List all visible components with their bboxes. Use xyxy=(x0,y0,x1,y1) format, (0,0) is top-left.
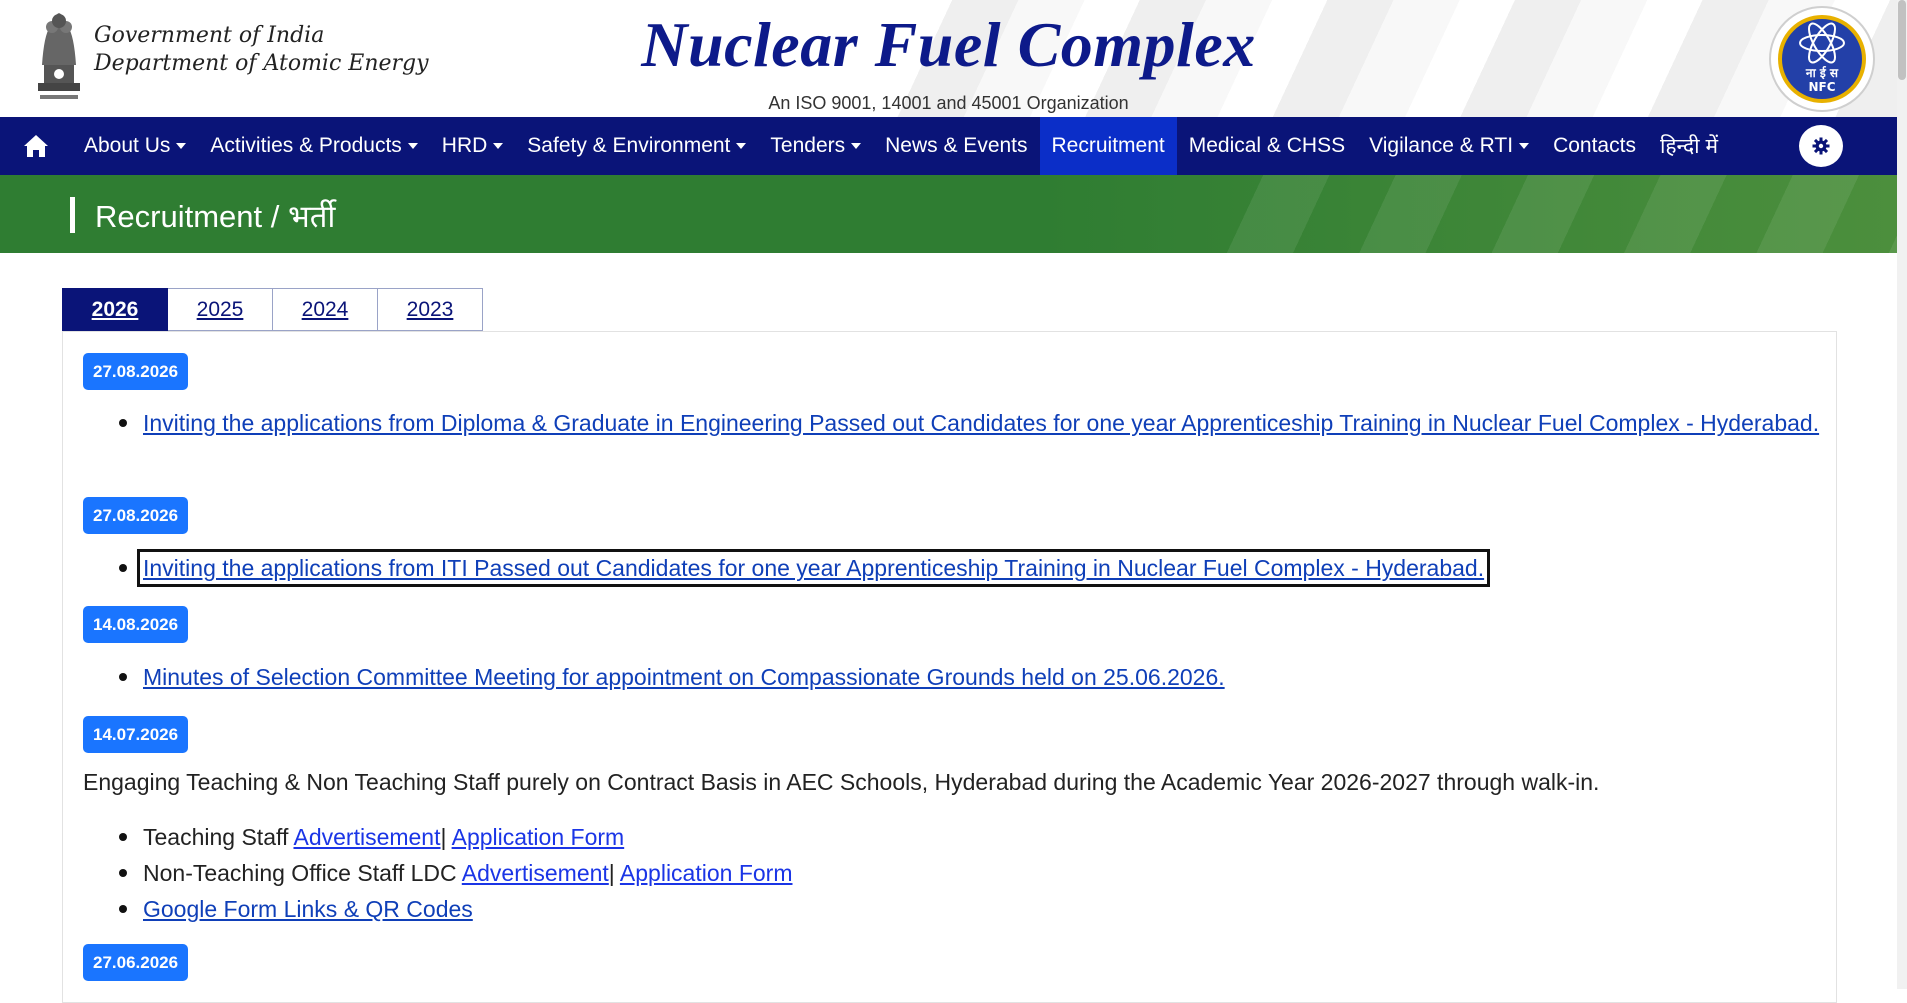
list-item: Non-Teaching Office Staff LDC Advertisem… xyxy=(143,855,792,891)
gear-icon xyxy=(1812,137,1830,155)
banner-pattern xyxy=(1197,175,1897,253)
nav-tenders[interactable]: Tenders xyxy=(758,117,873,175)
teaching-application-form-link[interactable]: Application Form xyxy=(452,824,625,850)
nav-label: हिन्दी में xyxy=(1659,135,1719,158)
nav-label: About Us xyxy=(84,134,171,157)
scrollbar-thumb[interactable] xyxy=(1898,0,1906,80)
nav-safety-environment[interactable]: Safety & Environment xyxy=(515,117,758,175)
nav-label: News & Events xyxy=(885,134,1028,157)
nav-activities-products[interactable]: Activities & Products xyxy=(198,117,429,175)
nav-label: Vigilance & RTI xyxy=(1369,134,1514,157)
site-subtitle: An ISO 9001, 14001 and 45001 Organizatio… xyxy=(768,93,1129,113)
list-bullet xyxy=(119,564,127,572)
list-bullet xyxy=(119,419,127,427)
link-separator: | xyxy=(608,860,615,886)
date-badge: 27.08.2026 xyxy=(83,353,189,390)
caret-down-icon xyxy=(493,143,504,149)
logo-hindi-text: ना ई स xyxy=(1805,66,1839,80)
year-tabs: 2026 2025 2024 2023 xyxy=(62,288,483,331)
site-title: Nuclear Fuel Complex xyxy=(641,9,1256,80)
nonteaching-advertisement-link[interactable]: Advertisement xyxy=(462,860,609,886)
entry-description: Engaging Teaching & Non Teaching Staff p… xyxy=(83,769,1600,795)
nav-label: Activities & Products xyxy=(210,134,402,157)
recruitment-link[interactable]: Minutes of Selection Committee Meeting f… xyxy=(143,664,1225,690)
teaching-advertisement-link[interactable]: Advertisement xyxy=(293,824,440,850)
nav-contacts[interactable]: Contacts xyxy=(1541,117,1648,175)
date-badge: 27.08.2026 xyxy=(83,497,189,534)
list-item: Teaching Staff Advertisement| Applicatio… xyxy=(143,819,624,855)
nonteaching-application-form-link[interactable]: Application Form xyxy=(620,860,793,886)
nav-about-us[interactable]: About Us xyxy=(72,117,198,175)
list-item: Inviting the applications from ITI Passe… xyxy=(136,549,1823,587)
home-icon xyxy=(24,135,48,157)
nav-recruitment[interactable]: Recruitment xyxy=(1039,117,1177,175)
teaching-staff-label: Teaching Staff xyxy=(143,824,289,850)
banner-accent-bar xyxy=(70,197,75,233)
nav-label: Safety & Environment xyxy=(527,134,731,157)
list-bullet xyxy=(119,905,127,913)
date-badge: 14.08.2026 xyxy=(83,606,189,643)
nfc-logo-icon[interactable]: ना ई स NFC xyxy=(1768,5,1876,113)
caret-down-icon xyxy=(851,143,862,149)
list-item: Minutes of Selection Committee Meeting f… xyxy=(143,659,1823,695)
home-button[interactable] xyxy=(0,117,72,175)
caret-down-icon xyxy=(407,143,418,149)
nav-label: HRD xyxy=(441,134,488,157)
caret-down-icon xyxy=(176,143,187,149)
site-header: Government of India Department of Atomic… xyxy=(0,0,1897,117)
nav-vigilance-rti[interactable]: Vigilance & RTI xyxy=(1357,117,1541,175)
list-item: Inviting the applications from Diploma &… xyxy=(143,405,1823,441)
main-navigation: About Us Activities & Products HRD Safet… xyxy=(0,117,1897,175)
logo-abbr-text: NFC xyxy=(1808,80,1835,94)
tab-2023[interactable]: 2023 xyxy=(378,288,483,331)
recruitment-link[interactable]: Inviting the applications from Diploma &… xyxy=(143,410,1819,436)
accessibility-settings-button[interactable] xyxy=(1799,125,1843,167)
link-separator: | xyxy=(440,824,447,850)
nav-label: Recruitment xyxy=(1051,134,1165,157)
page-title: Recruitment / भर्ती xyxy=(95,199,336,234)
nav-label: Tenders xyxy=(770,134,846,157)
recruitment-list-panel: 27.08.2026 Inviting the applications fro… xyxy=(62,331,1837,1003)
tab-2026[interactable]: 2026 xyxy=(62,288,168,331)
tab-2025[interactable]: 2025 xyxy=(168,288,273,331)
google-form-link[interactable]: Google Form Links & QR Codes xyxy=(143,896,473,922)
list-bullet xyxy=(119,673,127,681)
nav-medical-chss[interactable]: Medical & CHSS xyxy=(1177,117,1357,175)
nav-hrd[interactable]: HRD xyxy=(430,117,516,175)
caret-down-icon xyxy=(1519,143,1530,149)
list-bullet xyxy=(119,869,127,877)
nav-label: Contacts xyxy=(1553,134,1636,157)
date-badge: 27.06.2026 xyxy=(83,944,189,981)
list-item: Google Form Links & QR Codes xyxy=(143,891,473,927)
nav-news-events[interactable]: News & Events xyxy=(873,117,1039,175)
tab-2024[interactable]: 2024 xyxy=(273,288,378,331)
nonteaching-staff-label: Non-Teaching Office Staff LDC xyxy=(143,860,457,886)
date-badge: 14.07.2026 xyxy=(83,716,189,753)
list-bullet xyxy=(119,833,127,841)
page-banner: Recruitment / भर्ती xyxy=(0,175,1897,253)
page-scrollbar[interactable] xyxy=(1897,0,1907,989)
recruitment-link[interactable]: Inviting the applications from ITI Passe… xyxy=(136,549,1491,587)
nav-label: Medical & CHSS xyxy=(1188,134,1346,157)
nav-hindi[interactable]: हिन्दी में xyxy=(1648,117,1730,175)
caret-down-icon xyxy=(736,143,747,149)
